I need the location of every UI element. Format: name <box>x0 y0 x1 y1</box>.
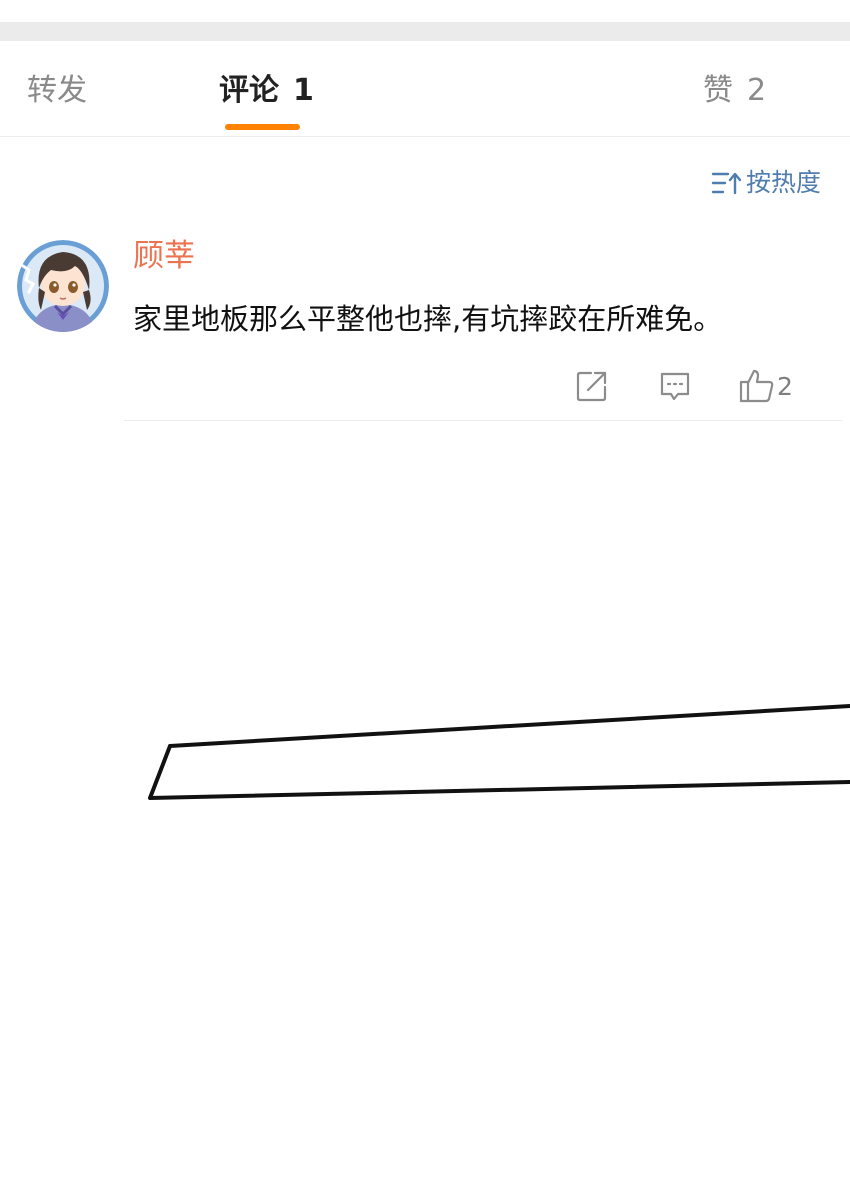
tab-bar: 转发 评论 1 赞2 <box>0 41 850 137</box>
section-separator <box>0 22 850 41</box>
sort-by-hot-button[interactable]: 按热度 <box>711 166 821 200</box>
tab-repost-label: 转发 <box>27 73 87 108</box>
comment-text: 家里地板那么平整他也摔,有坑摔跤在所难免。 <box>133 302 723 336</box>
share-icon <box>576 371 607 402</box>
comment-author[interactable]: 顾莘 <box>133 234 195 278</box>
reply-button[interactable] <box>658 366 692 406</box>
like-button[interactable]: 2 <box>739 366 793 406</box>
active-tab-indicator <box>225 124 300 130</box>
tab-comments[interactable]: 评论 1 <box>219 71 314 111</box>
avatar[interactable] <box>17 240 109 332</box>
tab-comments-count: 1 <box>293 73 314 108</box>
tab-likes[interactable]: 赞2 <box>703 71 766 111</box>
comic-line-drawing <box>148 704 850 800</box>
sort-icon <box>711 172 741 195</box>
top-margin <box>0 0 850 22</box>
like-count: 2 <box>777 372 793 401</box>
thumbs-up-icon <box>739 369 774 403</box>
tab-repost[interactable]: 转发 <box>27 71 87 111</box>
sort-label: 按热度 <box>746 168 822 197</box>
tab-likes-count: 2 <box>747 73 767 108</box>
tab-likes-label: 赞 <box>703 73 733 108</box>
tab-comments-label: 评论 <box>219 73 279 108</box>
share-button[interactable] <box>575 366 609 406</box>
reply-icon <box>660 372 690 401</box>
